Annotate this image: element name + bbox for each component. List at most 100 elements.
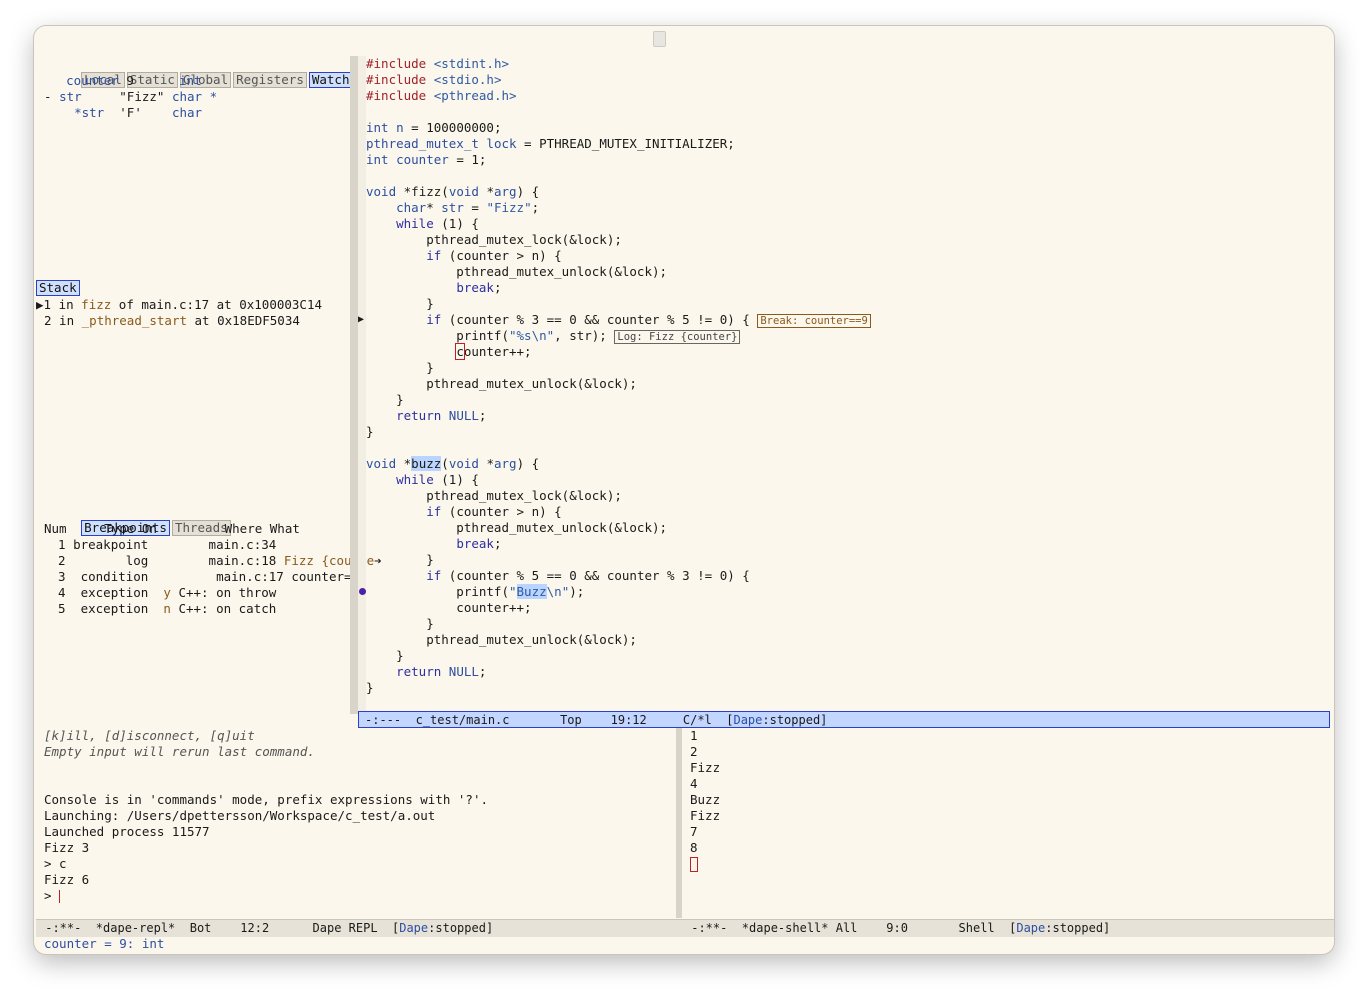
breakpoints-pane: Breakpoints Threads Num Type On Where Wha… [36, 504, 382, 714]
code-line: } [366, 296, 434, 311]
code-line: pthread_mutex_unlock(&lock); [366, 632, 637, 647]
repl-line: Fizz 3 [44, 840, 90, 855]
bp-type: breakpoint [73, 537, 149, 552]
document-icon [653, 31, 666, 47]
shell-line: 4 [690, 776, 698, 791]
breakpoint-row[interactable]: 4 exception y C++: on throw [58, 585, 276, 601]
watch-pane: Local Static Global Registers Watch counter … [36, 56, 353, 280]
code-line: pthread_mutex_unlock(&lock); [366, 376, 637, 391]
watch-var-name: str [59, 89, 82, 104]
code-line: pthread_mutex_unlock(&lock); [366, 264, 668, 279]
shell-line: 7 [690, 824, 698, 839]
bp-where: C++: on throw [178, 585, 277, 600]
shell-line: 1 [690, 728, 698, 743]
text-cursor [59, 890, 61, 903]
code-line: printf("%s\n", str); Log: Fizz {counter} [366, 328, 741, 344]
bp-on[interactable]: n [163, 601, 171, 616]
repl-line: Fizz 6 [44, 872, 90, 887]
bp-num: 4 [58, 585, 66, 600]
watch-var-value: 'F' [119, 105, 142, 120]
watch-var-value: "Fizz" [119, 89, 165, 104]
stack-header[interactable]: Stack [36, 280, 80, 296]
watch-row-prefix[interactable]: - [44, 89, 59, 104]
stack-frame[interactable]: ▶1 in fizz of main.c:17 at 0x100003C14 [36, 297, 322, 313]
repl-line: Console is in 'commands' mode, prefix ex… [44, 792, 489, 807]
breakpoint-row[interactable]: 2 log main.c:18 Fizz {counte➔ [58, 553, 382, 569]
editor-modeline-text: -:--- c_test/main.c Top 19:12 C/*l [365, 713, 727, 727]
code-line: counter++; [455, 343, 532, 360]
shell-modeline[interactable]: -:**- *dape-shell* All 9:0 Shell [Dape:s… [682, 919, 1334, 937]
watch-var-type: char * [171, 89, 218, 104]
current-line-arrow-icon: ▶ [358, 314, 365, 325]
editor-pane[interactable]: #include <stdint.h> #include <stdio.h> #… [358, 56, 1332, 712]
repl-modeline[interactable]: -:**- *dape-repl* Bot 12:2 Dape REPL [Da… [36, 919, 682, 937]
tab-watch[interactable]: Watch [308, 72, 353, 88]
code-line: int counter = 1; [366, 152, 487, 167]
code-line: pthread_mutex_unlock(&lock); [366, 520, 668, 535]
stack-frame[interactable]: 2 in _pthread_start at 0x18EDF5034 [44, 313, 300, 329]
shell-line: 8 [690, 840, 698, 855]
current-frame-arrow-icon: ▶ [36, 297, 44, 312]
breakpoint-dot-icon[interactable] [359, 588, 366, 595]
shell-pane[interactable]: 1 2 Fizz 4 Buzz Fizz 7 8 [682, 728, 1332, 918]
echo-area: counter = 9: int [44, 936, 165, 951]
repl-modeline-status: :stopped] [428, 921, 494, 935]
tab-registers[interactable]: Registers [233, 72, 307, 88]
shell-modeline-status: :stopped] [1045, 921, 1111, 935]
watch-var-type: char [171, 105, 203, 120]
watch-row[interactable]: *str 'F' char [44, 105, 202, 121]
repl-line: Empty input will rerun last command. [44, 744, 315, 759]
code-line: pthread_mutex_lock(&lock); [366, 488, 622, 503]
emacs-window: Local Static Global Registers Watch counter … [34, 26, 1334, 954]
repl-line: Launching: /Users/dpettersson/Workspace/… [44, 808, 436, 823]
code-line: if (counter % 3 == 0 && counter % 5 != 0… [366, 312, 871, 328]
stack-header-line: Stack [36, 280, 82, 296]
breakpoint-row[interactable]: 3 condition main.c:17 counter==9 [58, 569, 367, 585]
repl-prompt[interactable]: > [44, 888, 61, 904]
bp-on[interactable]: y [163, 585, 171, 600]
breakpoints-columns: Num Type On Where What [44, 521, 300, 536]
frame-number: 2 [44, 313, 52, 328]
code-line: void *buzz(void *arg) { [366, 456, 540, 471]
repl-line: Launched process 11577 [44, 824, 210, 839]
code-line: } [366, 424, 374, 439]
code-line: return NULL; [396, 664, 487, 679]
editor-fringe [358, 56, 366, 712]
frame-location: at 0x18EDF5034 [187, 313, 300, 328]
watch-row-prefix [44, 105, 74, 120]
code-line: #include <pthread.h> [366, 88, 517, 103]
bp-type: condition [80, 569, 149, 584]
code-line: break; [456, 280, 502, 295]
frame-function: fizz [81, 297, 112, 312]
code-line: #include <stdio.h> [366, 72, 502, 87]
bp-type: exception [80, 601, 149, 616]
bp-type: exception [80, 585, 149, 600]
code-line: } [366, 680, 374, 695]
shell-cursor-line [690, 856, 698, 872]
watch-var-value: 9 [126, 73, 134, 88]
bp-num: 3 [58, 569, 66, 584]
break-condition-overlay: Break: counter==9 [757, 314, 871, 328]
frame-in: in [51, 313, 82, 328]
shell-line: Buzz [690, 792, 721, 807]
watch-row[interactable]: counter 9 int [36, 73, 202, 89]
watch-var-type: int [179, 73, 202, 88]
editor-modeline-dape: Dape [733, 713, 763, 727]
stack-pane: Stack ▶1 in fizz of main.c:17 at 0x10000… [36, 280, 350, 504]
code-line: } [366, 616, 434, 631]
bp-where: C++: on catch [178, 601, 277, 616]
code-line: void *fizz(void *arg) { [366, 184, 540, 199]
bp-where: main.c:18 [208, 553, 277, 568]
editor-modeline[interactable]: -:--- c_test/main.c Top 19:12 C/*l [Dape… [358, 711, 1330, 728]
repl-line: > c [44, 856, 67, 871]
code-line: while (1) { [396, 472, 479, 487]
watch-row[interactable]: - str "Fizz" char * [44, 89, 217, 105]
window-divider[interactable] [350, 56, 358, 714]
editor-modeline-status: :stopped] [762, 713, 828, 727]
code-line: if (counter > n) { [426, 504, 562, 519]
code-line: counter++; [366, 600, 532, 615]
breakpoint-row[interactable]: 5 exception n C++: on catch [58, 601, 276, 617]
repl-pane[interactable]: [k]ill, [d]isconnect, [q]uit Empty input… [36, 728, 676, 918]
shell-modeline-dape: Dape [1016, 921, 1046, 935]
breakpoint-row[interactable]: 1 breakpoint main.c:34 [58, 537, 276, 553]
